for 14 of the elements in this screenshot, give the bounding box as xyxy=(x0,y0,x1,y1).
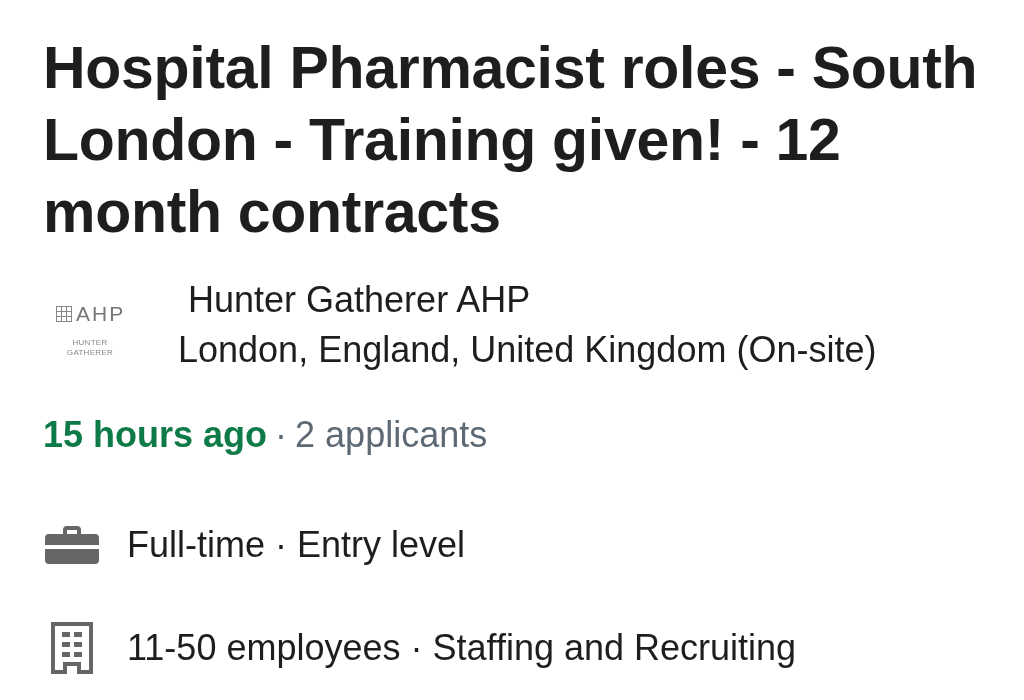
job-type-info: Full-time · Entry level xyxy=(127,523,466,567)
job-location: London, England, United Kingdom (On-site) xyxy=(177,328,877,372)
posted-time: 15 hours ago xyxy=(43,413,268,457)
company-name: Hunter Gatherer AHP xyxy=(187,278,532,322)
logo-tagline: GATHERER xyxy=(66,348,114,358)
briefcase-icon xyxy=(45,526,99,564)
grid-icon xyxy=(56,305,72,322)
applicant-count: 2 applicants xyxy=(295,413,488,457)
logo-text: AHP xyxy=(76,303,126,324)
logo-tagline: HUNTER xyxy=(72,338,108,348)
building-icon xyxy=(51,622,93,674)
company-info: 11-50 employees · Staffing and Recruiting xyxy=(127,626,797,670)
separator-dot: · xyxy=(275,413,288,457)
job-title: Hospital Pharmacist roles - South London - Training given! - 12 month contracts xyxy=(43,34,979,247)
